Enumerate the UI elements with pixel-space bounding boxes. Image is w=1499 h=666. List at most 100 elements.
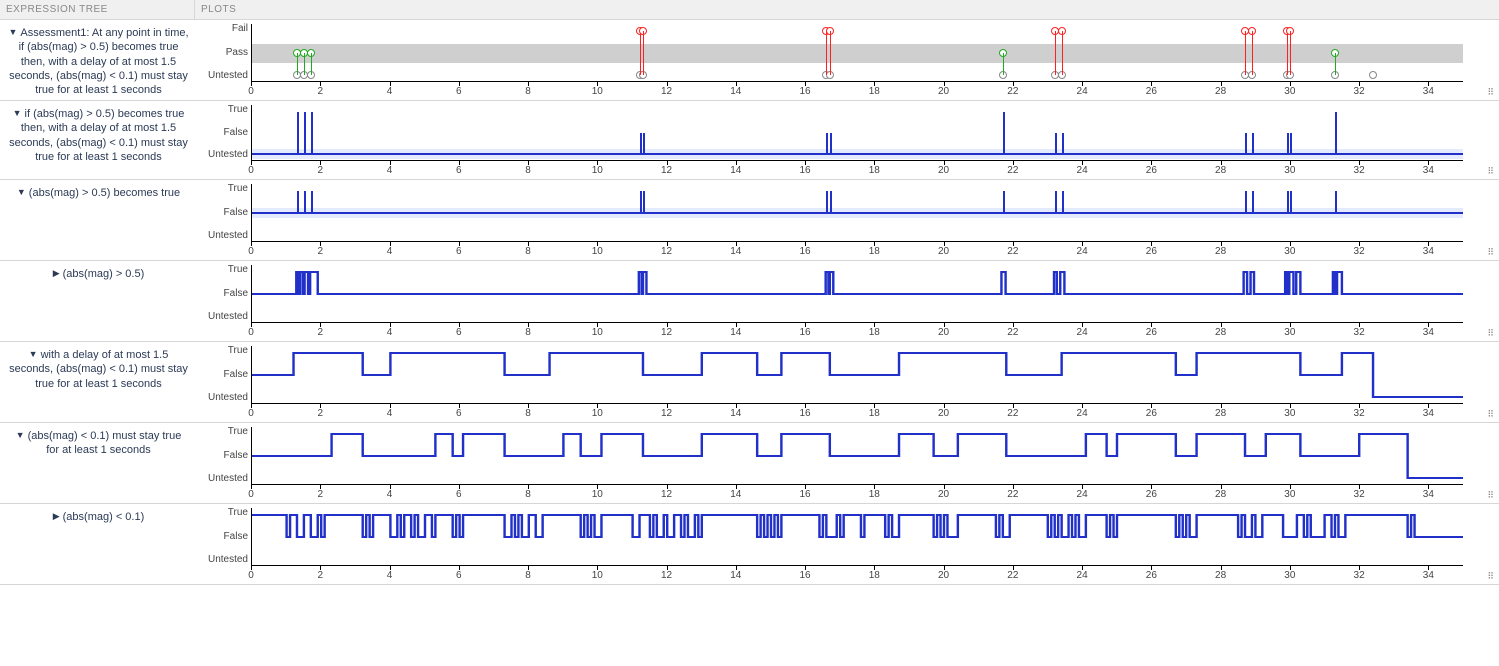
xtick-label: 30 [1284, 86, 1295, 97]
xtick-label: 2 [317, 408, 323, 419]
xtick-label: 12 [661, 408, 672, 419]
plots-header: PLOTS [195, 0, 1499, 20]
ylabel: True [204, 184, 248, 194]
expand-arrow-icon[interactable]: ▼ [17, 187, 26, 199]
xtick-label: 10 [592, 570, 603, 581]
plot-cell[interactable]: TrueFalseUntested02468101214161820222426… [195, 261, 1499, 341]
xtick-label: 32 [1354, 489, 1365, 500]
tree-item[interactable]: ▼if (abs(mag) > 0.5) becomes true then, … [0, 101, 195, 179]
xtick-label: 16 [799, 327, 810, 338]
xtick-label: 26 [1146, 327, 1157, 338]
xtick-label: 24 [1077, 327, 1088, 338]
xtick-label: 6 [456, 408, 462, 419]
ylabel: True [204, 346, 248, 356]
xtick-label: 24 [1077, 86, 1088, 97]
xtick-label: 4 [387, 246, 393, 257]
xtick-label: 12 [661, 165, 672, 176]
xtick-label: 16 [799, 246, 810, 257]
xtick-label: 0 [248, 86, 254, 97]
expand-arrow-icon[interactable]: ▼ [13, 108, 22, 120]
plot-menu-icon[interactable]: ⠿ [1487, 87, 1495, 98]
xtick-label: 4 [387, 408, 393, 419]
xtick-label: 24 [1077, 165, 1088, 176]
xtick-label: 30 [1284, 246, 1295, 257]
ylabel: False [204, 370, 248, 380]
xtick-label: 14 [730, 327, 741, 338]
xtick-label: 32 [1354, 570, 1365, 581]
xtick-label: 6 [456, 489, 462, 500]
plot-cell[interactable]: TrueFalseUntested02468101214161820222426… [195, 180, 1499, 260]
plot-cell[interactable]: TrueFalseUntested02468101214161820222426… [195, 101, 1499, 179]
xtick-label: 8 [525, 165, 531, 176]
xtick-label: 22 [1007, 570, 1018, 581]
plot-cell[interactable]: TrueFalseUntested02468101214161820222426… [195, 423, 1499, 503]
xtick-label: 24 [1077, 489, 1088, 500]
xtick-label: 30 [1284, 327, 1295, 338]
xtick-label: 18 [869, 86, 880, 97]
expand-arrow-icon[interactable]: ▶ [53, 268, 60, 280]
expand-arrow-icon[interactable]: ▼ [16, 430, 25, 442]
tree-item-label: if (abs(mag) > 0.5) becomes true then, w… [9, 108, 188, 163]
tree-item[interactable]: ▼with a delay of at most 1.5 seconds, (a… [0, 342, 195, 422]
xtick-label: 34 [1423, 570, 1434, 581]
xtick-label: 28 [1215, 327, 1226, 338]
xtick-label: 12 [661, 327, 672, 338]
ylabel: Untested [204, 393, 248, 403]
xtick-label: 8 [525, 489, 531, 500]
tree-item[interactable]: ▼(abs(mag) > 0.5) becomes true [0, 180, 195, 260]
xtick-label: 0 [248, 570, 254, 581]
xtick-label: 0 [248, 165, 254, 176]
xtick-label: 28 [1215, 246, 1226, 257]
xtick-label: 18 [869, 489, 880, 500]
plot-menu-icon[interactable]: ⠿ [1487, 247, 1495, 258]
expand-arrow-icon[interactable]: ▶ [53, 511, 60, 523]
xtick-label: 12 [661, 570, 672, 581]
plot-cell[interactable]: TrueFalseUntested02468101214161820222426… [195, 342, 1499, 422]
tree-item[interactable]: ▶(abs(mag) < 0.1) [0, 504, 195, 584]
xtick-label: 20 [938, 570, 949, 581]
xtick-label: 8 [525, 246, 531, 257]
xtick-label: 18 [869, 570, 880, 581]
xtick-label: 34 [1423, 327, 1434, 338]
xtick-label: 16 [799, 408, 810, 419]
xtick-label: 22 [1007, 246, 1018, 257]
xtick-label: 18 [869, 165, 880, 176]
ylabel: Fail [204, 24, 248, 34]
xtick-label: 6 [456, 327, 462, 338]
xtick-label: 10 [592, 165, 603, 176]
xtick-label: 8 [525, 570, 531, 581]
expand-arrow-icon[interactable]: ▼ [29, 349, 38, 361]
tree-item[interactable]: ▼Assessment1: At any point in time, if (… [0, 20, 195, 100]
xtick-label: 12 [661, 246, 672, 257]
tree-item-label: (abs(mag) < 0.1) must stay true for at l… [28, 430, 182, 456]
plot-menu-icon[interactable]: ⠿ [1487, 409, 1495, 420]
xtick-label: 14 [730, 86, 741, 97]
xtick-label: 6 [456, 165, 462, 176]
xtick-label: 4 [387, 570, 393, 581]
xtick-label: 26 [1146, 246, 1157, 257]
xtick-label: 22 [1007, 165, 1018, 176]
plot-menu-icon[interactable]: ⠿ [1487, 490, 1495, 501]
xtick-label: 10 [592, 86, 603, 97]
ylabel: False [204, 451, 248, 461]
xtick-label: 0 [248, 489, 254, 500]
xtick-label: 22 [1007, 86, 1018, 97]
plot-cell[interactable]: FailPassUntested024681012141618202224262… [195, 20, 1499, 100]
ylabel: Untested [204, 474, 248, 484]
xtick-label: 18 [869, 246, 880, 257]
xtick-label: 2 [317, 246, 323, 257]
tree-item[interactable]: ▶(abs(mag) > 0.5) [0, 261, 195, 341]
plot-menu-icon[interactable]: ⠿ [1487, 328, 1495, 339]
xtick-label: 8 [525, 408, 531, 419]
tree-item[interactable]: ▼(abs(mag) < 0.1) must stay true for at … [0, 423, 195, 503]
expand-arrow-icon[interactable]: ▼ [8, 27, 17, 39]
xtick-label: 32 [1354, 327, 1365, 338]
xtick-label: 16 [799, 570, 810, 581]
plot-menu-icon[interactable]: ⠿ [1487, 571, 1495, 582]
ylabel: False [204, 128, 248, 138]
plot-cell[interactable]: TrueFalseUntested02468101214161820222426… [195, 504, 1499, 584]
ylabel: True [204, 105, 248, 115]
xtick-label: 26 [1146, 570, 1157, 581]
plot-menu-icon[interactable]: ⠿ [1487, 166, 1495, 177]
xtick-label: 18 [869, 327, 880, 338]
